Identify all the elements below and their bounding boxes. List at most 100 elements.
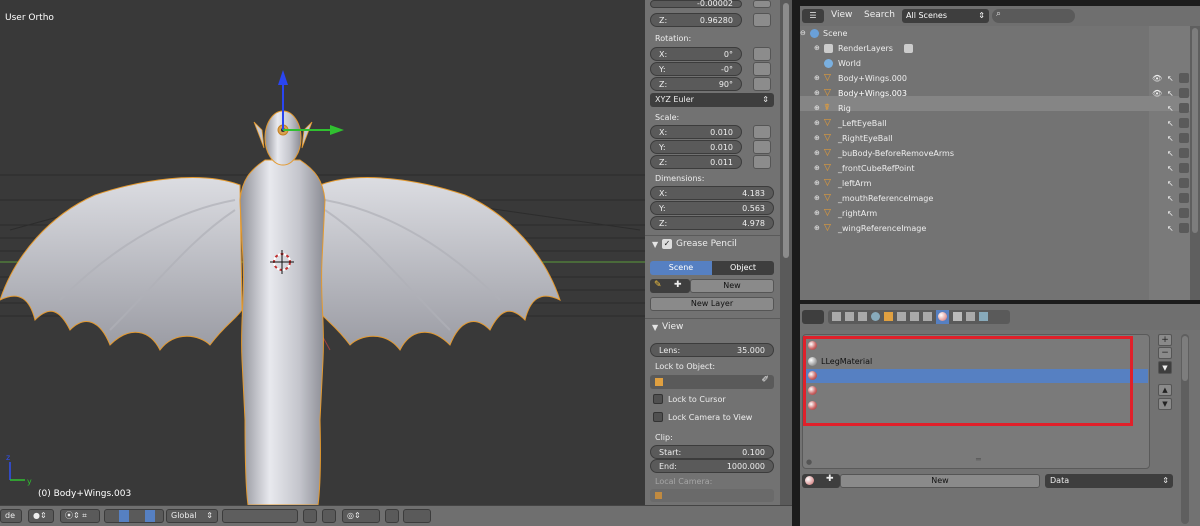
- move-slot-up-button[interactable]: ▲: [1158, 384, 1172, 396]
- selectable-cursor-icon[interactable]: ↖: [1167, 146, 1174, 161]
- lock-location-y-icon[interactable]: [753, 0, 771, 8]
- selectable-cursor-icon[interactable]: ↖: [1167, 161, 1174, 176]
- clip-end-field[interactable]: End: 1000.000: [650, 459, 774, 473]
- renderable-camera-icon[interactable]: [1179, 178, 1189, 188]
- renderable-camera-icon[interactable]: [1179, 148, 1189, 158]
- visibility-eye-icon[interactable]: 👁: [1152, 71, 1162, 86]
- dimensions-y-field[interactable]: Y: 0.563: [650, 201, 774, 215]
- lock-layers-icon[interactable]: [303, 509, 317, 523]
- lock-to-object-field[interactable]: ✐: [650, 375, 774, 389]
- display-mode-dropdown[interactable]: All Scenes ⇕: [902, 9, 989, 23]
- lens-field[interactable]: Lens: 35.000: [650, 343, 774, 357]
- lock-scale-y-icon[interactable]: [753, 140, 771, 154]
- selectable-cursor-icon[interactable]: ↖: [1167, 101, 1174, 116]
- lock-location-z-icon[interactable]: [753, 13, 771, 27]
- location-y-field[interactable]: -0.00002: [650, 0, 742, 8]
- selectable-cursor-icon[interactable]: ↖: [1167, 71, 1174, 86]
- scale-y-field[interactable]: Y: 0.010: [650, 140, 742, 154]
- scale-z-field[interactable]: Z: 0.011: [650, 155, 742, 169]
- selectable-cursor-icon[interactable]: ↖: [1167, 191, 1174, 206]
- snap-icon[interactable]: [385, 509, 399, 523]
- outliner-row-renderlayers[interactable]: ⊕ RenderLayers: [800, 41, 1200, 56]
- selectable-cursor-icon[interactable]: ↖: [1167, 206, 1174, 221]
- context-tabs[interactable]: [828, 310, 1010, 324]
- lock-rotation-y-icon[interactable]: [753, 62, 771, 76]
- renderable-camera-icon[interactable]: [1179, 103, 1189, 113]
- location-z-field[interactable]: Z: 0.96280: [650, 13, 742, 27]
- search-menu[interactable]: Search: [864, 10, 895, 20]
- outliner-row-body-wings-003[interactable]: ⊕ ▽ Body+Wings.003 👁 ↖: [800, 86, 1200, 101]
- mode-dropdown[interactable]: de: [0, 509, 22, 523]
- editor-type-icon[interactable]: ☰: [802, 9, 824, 23]
- render-opengl-buttons[interactable]: [403, 509, 431, 523]
- 3d-viewport[interactable]: z y User Ortho (0) Body+Wings.003: [0, 0, 645, 505]
- outliner-row-righteyeball[interactable]: ⊕ ▽ _RightEyeBall ↖: [800, 131, 1200, 146]
- list-filter-icon[interactable]: ●: [806, 458, 812, 466]
- grease-pencil-panel-header[interactable]: ▼ ✓ Grease Pencil: [645, 235, 780, 253]
- new-material-button[interactable]: New: [840, 474, 1040, 488]
- outliner-row-rig[interactable]: ⊕ ☤ Rig ↖: [800, 101, 1200, 116]
- rotation-mode-dropdown[interactable]: XYZ Euler ⇕: [650, 93, 774, 107]
- visibility-eye-icon[interactable]: 👁: [1152, 86, 1162, 101]
- outliner-row-bubody[interactable]: ⊕ ▽ _buBody-BeforeRemoveArms ↖: [800, 146, 1200, 161]
- new-layer-button[interactable]: New Layer: [650, 297, 774, 311]
- orientation-dropdown[interactable]: Global ⇕: [166, 509, 218, 523]
- view-panel-header[interactable]: ▼ View: [645, 318, 780, 336]
- selectable-cursor-icon[interactable]: ↖: [1167, 116, 1174, 131]
- pencil-datablock-selector[interactable]: ✎ ✚: [650, 279, 690, 293]
- grease-pencil-new-button[interactable]: New: [690, 279, 774, 293]
- properties-shelf-scrollbar[interactable]: [780, 0, 792, 505]
- selectable-cursor-icon[interactable]: ↖: [1167, 176, 1174, 191]
- renderable-camera-icon[interactable]: [1179, 163, 1189, 173]
- selectable-cursor-icon[interactable]: ↖: [1167, 221, 1174, 236]
- tab-object[interactable]: Object: [712, 261, 774, 275]
- pivot-dropdown[interactable]: ⦿⇕ ⌗: [60, 509, 100, 523]
- render-only-icon[interactable]: [322, 509, 336, 523]
- outliner-row-mouthreferenceimage[interactable]: ⊕ ▽ _mouthReferenceImage ↖: [800, 191, 1200, 206]
- renderable-camera-icon[interactable]: [1179, 208, 1189, 218]
- clip-start-field[interactable]: Start: 0.100: [650, 445, 774, 459]
- tab-scene[interactable]: Scene: [650, 261, 712, 275]
- link-data-dropdown[interactable]: Data ⇕: [1045, 474, 1173, 488]
- lock-to-cursor-checkbox[interactable]: [653, 394, 663, 404]
- selectable-cursor-icon[interactable]: ↖: [1167, 131, 1174, 146]
- move-slot-down-button[interactable]: ▼: [1158, 398, 1172, 410]
- rotation-x-field[interactable]: X: 0°: [650, 47, 742, 61]
- outliner-row-wingreferenceimage[interactable]: ⊕ ▽ _wingReferenceImage ↖: [800, 221, 1200, 236]
- proportional-editing-dropdown[interactable]: ◎⇕: [342, 509, 380, 523]
- renderable-camera-icon[interactable]: [1179, 223, 1189, 233]
- lock-scale-z-icon[interactable]: [753, 155, 771, 169]
- view-menu[interactable]: View: [831, 10, 852, 20]
- lock-rotation-z-icon[interactable]: [753, 77, 771, 91]
- outliner-row-rightarm[interactable]: ⊕ ▽ _rightArm ↖: [800, 206, 1200, 221]
- search-input[interactable]: ⌕: [992, 9, 1075, 23]
- shading-dropdown[interactable]: ●⇕: [28, 509, 54, 523]
- outliner-row-frontcuberefpoint[interactable]: ⊕ ▽ _frontCubeRefPoint ↖: [800, 161, 1200, 176]
- lock-scale-x-icon[interactable]: [753, 125, 771, 139]
- selectable-cursor-icon[interactable]: ↖: [1167, 86, 1174, 101]
- eyedropper-icon[interactable]: ✐: [761, 375, 769, 385]
- outliner-row-lefteyeball[interactable]: ⊕ ▽ _LeftEyeBall ↖: [800, 116, 1200, 131]
- rotation-z-field[interactable]: Z: 90°: [650, 77, 742, 91]
- remove-slot-button[interactable]: −: [1158, 347, 1172, 359]
- renderable-camera-icon[interactable]: [1179, 193, 1189, 203]
- material-browse-button[interactable]: ✚: [802, 474, 840, 488]
- add-slot-button[interactable]: +: [1158, 334, 1172, 346]
- dimensions-z-field[interactable]: Z: 4.978: [650, 216, 774, 230]
- lock-camera-checkbox[interactable]: [653, 412, 663, 422]
- outliner-row-leftarm[interactable]: ⊕ ▽ _leftArm ↖: [800, 176, 1200, 191]
- renderable-camera-icon[interactable]: [1179, 73, 1189, 83]
- renderable-camera-icon[interactable]: [1179, 88, 1189, 98]
- outliner-row-world[interactable]: World: [800, 56, 1200, 71]
- renderable-camera-icon[interactable]: [1179, 133, 1189, 143]
- outliner-row-body-wings-000[interactable]: ⊕ ▽ Body+Wings.000 👁 ↖: [800, 71, 1200, 86]
- slot-specials-menu[interactable]: ▼: [1158, 361, 1172, 374]
- list-resize-handle[interactable]: ═: [976, 455, 981, 464]
- properties-scrollbar[interactable]: [1181, 334, 1189, 524]
- renderable-camera-icon[interactable]: [1179, 118, 1189, 128]
- dimensions-x-field[interactable]: X: 4.183: [650, 186, 774, 200]
- local-camera-field[interactable]: [650, 489, 774, 502]
- layer-buttons[interactable]: [222, 509, 298, 523]
- editor-type-icon[interactable]: [802, 310, 824, 324]
- grease-pencil-checkbox[interactable]: ✓: [662, 239, 672, 249]
